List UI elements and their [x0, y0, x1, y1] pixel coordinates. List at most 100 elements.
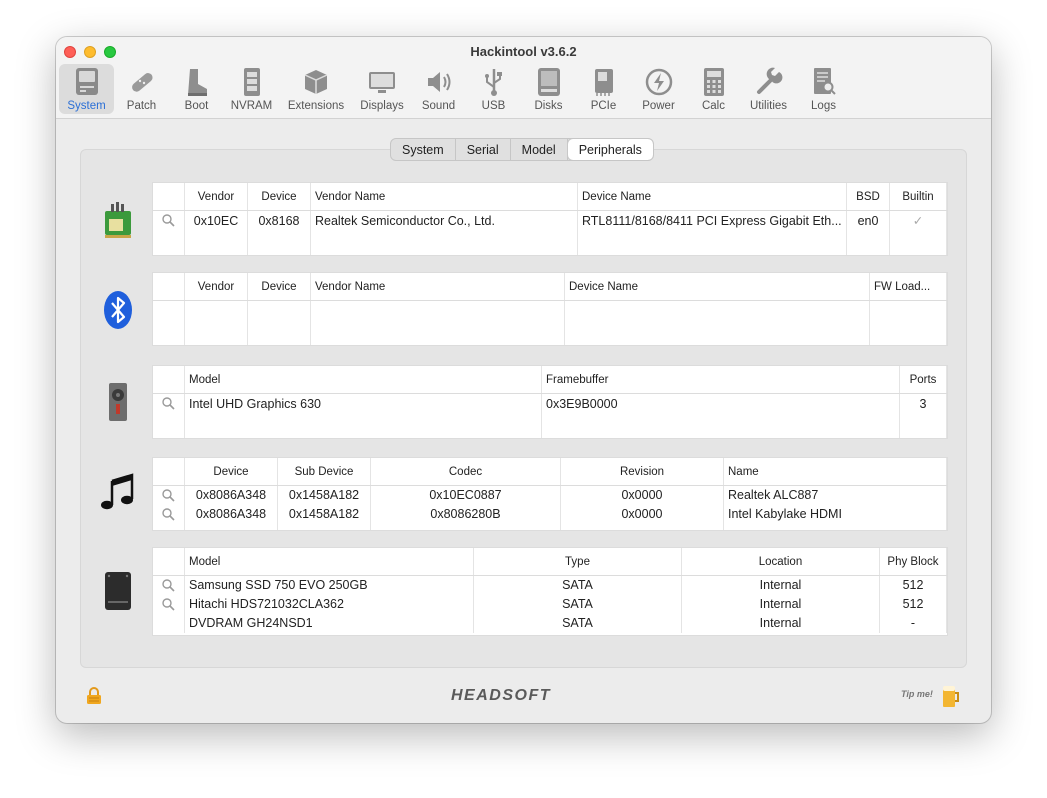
tab-model[interactable]: Model: [511, 139, 568, 160]
search-icon[interactable]: [153, 394, 185, 438]
column-header[interactable]: Location: [682, 548, 880, 575]
column-header[interactable]: Builtin: [890, 183, 947, 210]
table-row[interactable]: Hitachi HDS721032CLA362 SATA Internal 51…: [153, 595, 947, 614]
cell-ports: 3: [900, 394, 947, 438]
cell-name: Realtek ALC887: [724, 486, 947, 505]
toolbar-item-usb[interactable]: USB: [466, 64, 521, 114]
search-icon[interactable]: [153, 486, 185, 505]
column-header[interactable]: Vendor: [185, 273, 248, 300]
toolbar-item-nvram[interactable]: NVRAM: [224, 64, 279, 114]
column-header[interactable]: Type: [474, 548, 682, 575]
column-header[interactable]: Codec: [371, 458, 561, 485]
table-header: Model Type Location Phy Block: [153, 548, 947, 576]
patch-icon: [127, 67, 157, 97]
toolbar-item-power[interactable]: Power: [631, 64, 686, 114]
hard-drive-icon: [100, 571, 136, 611]
cell-device: 0x8168: [248, 211, 311, 255]
toolbar-item-sound[interactable]: Sound: [411, 64, 466, 114]
cell-location: Internal: [682, 576, 880, 595]
column-header[interactable]: Model: [185, 548, 474, 575]
toolbar-item-label: Power: [642, 100, 675, 112]
toolbar-item-label: Logs: [811, 100, 836, 112]
cell-device: 0x8086A348: [185, 505, 278, 530]
table-header: Model Framebuffer Ports: [153, 366, 947, 394]
column-header[interactable]: Device Name: [565, 273, 870, 300]
window-title: Hackintool v3.6.2: [470, 44, 577, 59]
search-icon[interactable]: [153, 211, 185, 255]
tab-system[interactable]: System: [391, 139, 456, 160]
bluetooth-table: Vendor Device Vendor Name Device Name FW…: [152, 272, 948, 346]
column-header[interactable]: Device: [248, 183, 311, 210]
toolbar-item-logs[interactable]: Logs: [796, 64, 851, 114]
tab-serial[interactable]: Serial: [456, 139, 511, 160]
toolbar-item-pcie[interactable]: PCIe: [576, 64, 631, 114]
table-row[interactable]: 0x8086A348 0x1458A182 0x8086280B 0x0000 …: [153, 505, 947, 530]
toolbar-item-calc[interactable]: Calc: [686, 64, 741, 114]
music-note-icon: [100, 471, 136, 511]
search-icon[interactable]: [153, 576, 185, 595]
column-header[interactable]: Phy Block: [880, 548, 947, 575]
toolbar-item-label: NVRAM: [230, 100, 273, 112]
cell-type: SATA: [474, 595, 682, 614]
search-icon[interactable]: [153, 505, 185, 530]
toolbar-item-disks[interactable]: Disks: [521, 64, 576, 114]
app-window: Hackintool v3.6.2 System Patch Boot NVRA…: [56, 37, 991, 723]
toolbar-item-extensions[interactable]: Extensions: [279, 64, 353, 114]
table-header: Vendor Device Vendor Name Device Name BS…: [153, 183, 947, 211]
table-row[interactable]: Samsung SSD 750 EVO 250GB SATA Internal …: [153, 576, 947, 595]
toolbar-item-system[interactable]: System: [59, 64, 114, 114]
column-header[interactable]: Framebuffer: [542, 366, 900, 393]
column-header[interactable]: Vendor Name: [311, 273, 565, 300]
toolbar-item-utilities[interactable]: Utilities: [741, 64, 796, 114]
column-header[interactable]: Name: [724, 458, 947, 485]
builtin-checkbox: ✓: [890, 211, 947, 255]
toolbar-item-displays[interactable]: Displays: [353, 64, 411, 114]
column-header[interactable]: Model: [185, 366, 542, 393]
logs-icon: [809, 67, 839, 97]
usb-icon: [479, 67, 509, 97]
column-header[interactable]: Device: [248, 273, 311, 300]
column-header[interactable]: Revision: [561, 458, 724, 485]
cell-type: SATA: [474, 614, 682, 633]
sound-icon: [424, 67, 454, 97]
search-icon[interactable]: [153, 595, 185, 614]
cell-revision: 0x0000: [561, 486, 724, 505]
cell-device: 0x8086A348: [185, 486, 278, 505]
column-header[interactable]: Sub Device: [278, 458, 371, 485]
toolbar-item-patch[interactable]: Patch: [114, 64, 169, 114]
column-header[interactable]: Device Name: [578, 183, 847, 210]
column-header[interactable]: Vendor Name: [311, 183, 578, 210]
tab-peripherals[interactable]: Peripherals: [567, 139, 653, 160]
toolbar-item-label: Utilities: [749, 100, 788, 112]
cell-sub-device: 0x1458A182: [278, 486, 371, 505]
column-header[interactable]: Ports: [900, 366, 947, 393]
power-icon: [644, 67, 674, 97]
cell-model: Intel UHD Graphics 630: [185, 394, 542, 438]
pcie-icon: [589, 67, 619, 97]
displays-icon: [367, 67, 397, 97]
cell-location: Internal: [682, 614, 880, 633]
column-header[interactable]: Device: [185, 458, 278, 485]
lock-icon[interactable]: [86, 687, 102, 710]
table-row[interactable]: 0x8086A348 0x1458A182 0x10EC0887 0x0000 …: [153, 486, 947, 505]
tip-me-label[interactable]: Tip me!: [901, 689, 933, 699]
column-header[interactable]: BSD: [847, 183, 890, 210]
network-table: Vendor Device Vendor Name Device Name BS…: [152, 182, 948, 256]
beer-icon[interactable]: [941, 683, 961, 714]
extensions-icon: [301, 67, 331, 97]
boot-icon: [182, 67, 212, 97]
toolbar-item-label: USB: [481, 100, 506, 112]
table-row[interactable]: Intel UHD Graphics 630 0x3E9B0000 3: [153, 394, 947, 438]
table-row[interactable]: 0x10EC 0x8168 Realtek Semiconductor Co.,…: [153, 211, 947, 255]
cell-revision: 0x0000: [561, 505, 724, 530]
tab-bar: System Serial Model Peripherals: [390, 138, 654, 161]
cell-sub-device: 0x1458A182: [278, 505, 371, 530]
toolbar-item-boot[interactable]: Boot: [169, 64, 224, 114]
system-icon: [72, 67, 102, 97]
cell-phy-block: 512: [880, 576, 947, 595]
toolbar-item-label: Patch: [126, 100, 157, 112]
table-row[interactable]: DVDRAM GH24NSD1 SATA Internal -: [153, 614, 947, 633]
column-header[interactable]: FW Load...: [870, 273, 947, 300]
column-header[interactable]: Vendor: [185, 183, 248, 210]
cell-vendor-name: Realtek Semiconductor Co., Ltd.: [311, 211, 578, 255]
